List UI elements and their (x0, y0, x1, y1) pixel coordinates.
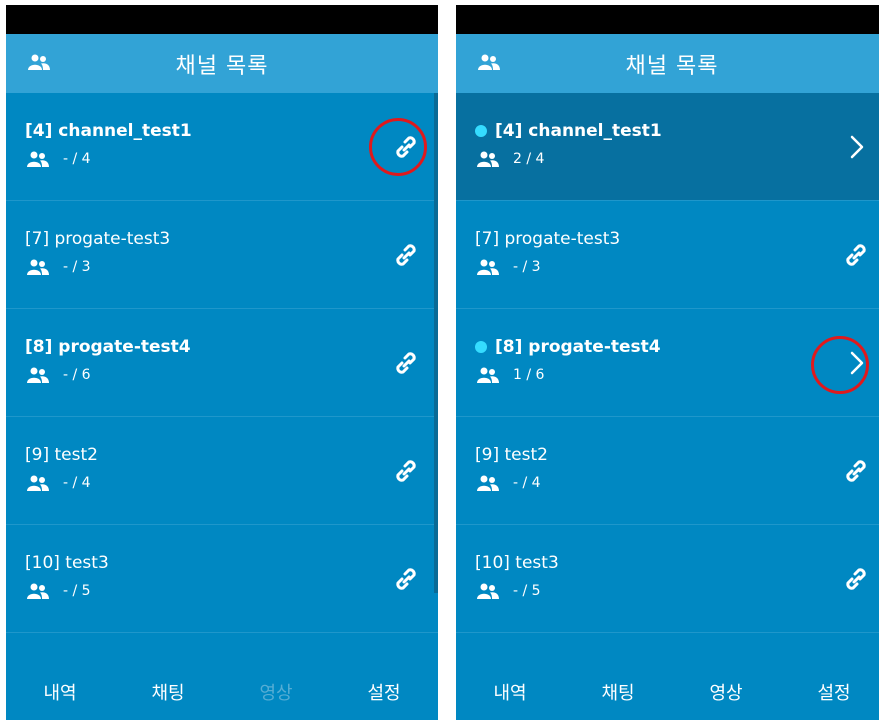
nav-video[interactable]: 영상 (236, 679, 316, 705)
channel-occupancy: 1 / 6 (477, 367, 544, 383)
nav-chat[interactable]: 채팅 (578, 679, 658, 705)
occupancy-count: - / 4 (63, 151, 91, 167)
channel-occupancy: - / 4 (477, 475, 541, 491)
occupancy-count: 2 / 4 (513, 151, 545, 167)
channel-name-text: [8] progate-test4 (495, 337, 661, 357)
channel-list-screen-left: 채널 목록 [4] channel_test1 - / 4 [7] progat (6, 5, 438, 720)
channel-occupancy: - / 4 (27, 475, 91, 491)
people-icon (27, 367, 49, 383)
chevron-right-icon[interactable] (840, 131, 872, 163)
people-icon (477, 583, 499, 599)
page-title: 채널 목록 (625, 53, 719, 79)
occupancy-count: - / 3 (513, 259, 541, 275)
channel-occupancy: - / 6 (27, 367, 91, 383)
channel-occupancy: - / 3 (27, 259, 91, 275)
channel-name: [8] progate-test4 (25, 337, 191, 357)
people-icon (477, 151, 499, 167)
occupancy-count: 1 / 6 (513, 367, 545, 383)
channel-occupancy: - / 5 (477, 583, 541, 599)
channel-row[interactable]: [9] test2 - / 4 (6, 417, 438, 525)
channel-list: [4] channel_test1 - / 4 [7] progate-test… (6, 93, 438, 633)
channel-row[interactable]: [10] test3 - / 5 (456, 525, 879, 633)
channel-occupancy: 2 / 4 (477, 151, 544, 167)
channel-list-screen-right: 채널 목록 [4] channel_test1 2 / 4 [7] progat… (456, 5, 879, 720)
nav-history[interactable]: 내역 (20, 679, 100, 705)
channel-row[interactable]: [7] progate-test3 - / 3 (6, 201, 438, 309)
bottom-nav: 내역 채팅 영상 설정 (456, 663, 879, 720)
channel-name-text: [4] channel_test1 (495, 121, 662, 141)
people-icon (27, 475, 49, 491)
app-header: 채널 목록 (456, 34, 879, 93)
channel-occupancy: - / 4 (27, 151, 91, 167)
link-icon[interactable] (390, 347, 422, 379)
people-icon (477, 259, 499, 275)
occupancy-count: - / 6 (63, 367, 91, 383)
occupancy-count: - / 4 (513, 475, 541, 491)
channel-name: [4] channel_test1 (25, 121, 192, 141)
occupancy-count: - / 5 (63, 583, 91, 599)
channel-occupancy: - / 5 (27, 583, 91, 599)
nav-history[interactable]: 내역 (470, 679, 550, 705)
channel-name: [10] test3 (25, 553, 109, 573)
channel-name: [4] channel_test1 (475, 121, 662, 141)
people-icon[interactable] (28, 54, 50, 70)
joined-indicator-dot (475, 341, 487, 353)
channel-name: [8] progate-test4 (475, 337, 661, 357)
channel-row[interactable]: [10] test3 - / 5 (6, 525, 438, 633)
channel-name: [9] test2 (25, 445, 98, 465)
channel-row[interactable]: [8] progate-test4 - / 6 (6, 309, 438, 417)
channel-name: [10] test3 (475, 553, 559, 573)
people-icon (27, 259, 49, 275)
status-bar (456, 5, 879, 34)
nav-settings[interactable]: 설정 (344, 679, 424, 705)
nav-settings[interactable]: 설정 (794, 679, 874, 705)
people-icon (477, 475, 499, 491)
app-header: 채널 목록 (6, 34, 438, 93)
bottom-nav: 내역 채팅 영상 설정 (6, 663, 438, 720)
people-icon (27, 151, 49, 167)
channel-row[interactable]: [7] progate-test3 - / 3 (456, 201, 879, 309)
people-icon (27, 583, 49, 599)
nav-video[interactable]: 영상 (686, 679, 766, 705)
page-title: 채널 목록 (175, 53, 269, 79)
link-icon[interactable] (390, 239, 422, 271)
occupancy-count: - / 3 (63, 259, 91, 275)
occupancy-count: - / 4 (63, 475, 91, 491)
channel-name: [9] test2 (475, 445, 548, 465)
link-icon[interactable] (840, 239, 872, 271)
joined-indicator-dot (475, 125, 487, 137)
channel-occupancy: - / 3 (477, 259, 541, 275)
occupancy-count: - / 5 (513, 583, 541, 599)
highlight-circle (811, 336, 869, 394)
link-icon[interactable] (390, 455, 422, 487)
nav-chat[interactable]: 채팅 (128, 679, 208, 705)
channel-row[interactable]: [9] test2 - / 4 (456, 417, 879, 525)
channel-name: [7] progate-test3 (25, 229, 171, 249)
link-icon[interactable] (390, 563, 422, 595)
people-icon[interactable] (478, 54, 500, 70)
people-icon (477, 367, 499, 383)
highlight-circle (369, 118, 427, 176)
link-icon[interactable] (840, 455, 872, 487)
channel-row[interactable]: [4] channel_test1 2 / 4 (456, 93, 879, 201)
scrollbar[interactable] (434, 93, 438, 593)
link-icon[interactable] (840, 563, 872, 595)
status-bar (6, 5, 438, 34)
channel-name: [7] progate-test3 (475, 229, 621, 249)
